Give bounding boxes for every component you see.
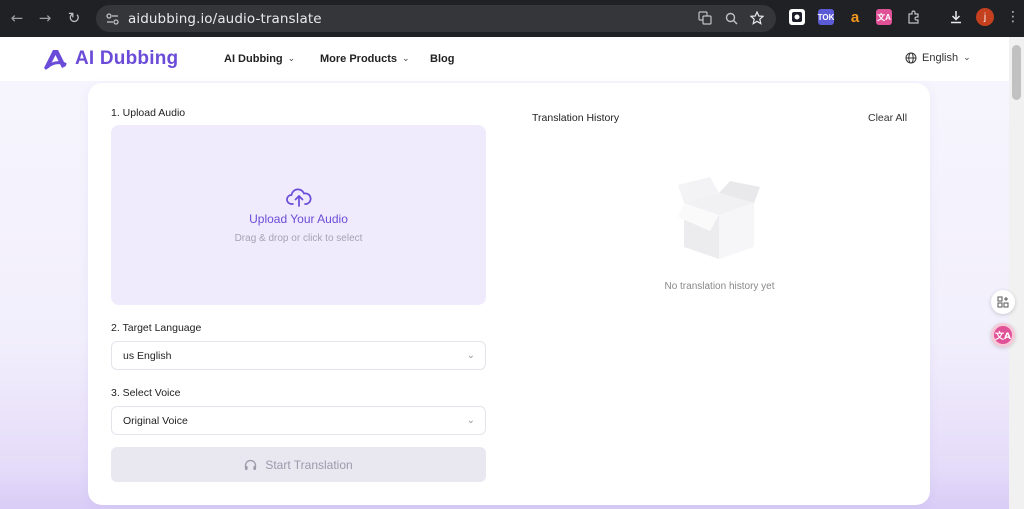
upload-title: Upload Your Audio	[249, 212, 348, 226]
select-voice-label: 3. Select Voice	[111, 387, 181, 399]
nav-ai-dubbing[interactable]: AI Dubbing ⌄	[224, 53, 295, 65]
headphones-icon	[245, 459, 257, 470]
site-header: AI Dubbing AI Dubbing ⌄ More Products ⌄ …	[0, 37, 1009, 81]
chevron-down-icon: ⌄	[402, 54, 410, 64]
clear-all-button[interactable]: Clear All	[868, 112, 907, 124]
extension-shield-icon[interactable]	[789, 9, 805, 25]
apps-grid-icon[interactable]	[991, 290, 1015, 314]
browser-toolbar: ← → ↻ aidubbing.io/audio-translate TOK a…	[0, 0, 1024, 37]
logo-text: AI Dubbing	[75, 48, 179, 69]
chevron-down-icon: ⌄	[466, 350, 475, 361]
translate-page-icon[interactable]	[696, 9, 714, 27]
language-label: English	[922, 52, 959, 64]
chevron-down-icon: ⌄	[466, 415, 475, 426]
chevron-down-icon: ⌄	[963, 53, 971, 63]
history-title: Translation History	[532, 112, 620, 124]
extension-tok-icon[interactable]: TOK	[818, 9, 834, 25]
forward-icon[interactable]: →	[34, 7, 56, 29]
nav-blog[interactable]: Blog	[430, 53, 454, 65]
start-translation-button[interactable]: Start Translation	[111, 447, 486, 482]
empty-box-icon	[678, 177, 760, 259]
page-scrollbar[interactable]	[1009, 37, 1024, 509]
reload-icon[interactable]: ↻	[63, 7, 85, 29]
globe-icon	[905, 52, 917, 64]
back-icon[interactable]: ←	[6, 7, 28, 29]
zoom-icon[interactable]	[722, 9, 740, 27]
url-text: aidubbing.io/audio-translate	[128, 10, 322, 27]
audio-upload-dropzone[interactable]: Upload Your Audio Drag & drop or click t…	[111, 125, 486, 305]
browser-menu-icon[interactable]: ⋮	[1006, 10, 1020, 24]
chevron-down-icon: ⌄	[287, 54, 296, 64]
target-language-value: us English	[123, 349, 172, 362]
translate-float-label: 文A	[994, 326, 1012, 344]
extensions-puzzle-icon[interactable]	[905, 9, 921, 25]
voice-value: Original Voice	[123, 414, 188, 427]
site-logo[interactable]: AI Dubbing	[41, 47, 178, 71]
site-info-icon[interactable]	[105, 12, 119, 26]
scrollbar-thumb[interactable]	[1012, 45, 1021, 100]
logo-icon	[44, 50, 67, 70]
profile-avatar[interactable]: j	[976, 8, 994, 26]
language-selector[interactable]: English ⌄	[905, 52, 971, 64]
extension-translate-icon[interactable]: 文A	[876, 9, 892, 25]
cloud-upload-icon	[286, 188, 312, 207]
bookmark-star-icon[interactable]	[748, 9, 766, 27]
translate-card: 1. Upload Audio Upload Your Audio Drag &…	[88, 83, 930, 505]
nav-label: More Products	[320, 53, 398, 65]
start-translation-label: Start Translation	[265, 457, 353, 472]
history-empty-text: No translation history yet	[664, 281, 775, 292]
extension-amazon-icon[interactable]: a	[847, 9, 863, 26]
target-language-select[interactable]: us English ⌄	[111, 341, 486, 370]
download-icon[interactable]	[948, 9, 964, 25]
translate-float-icon[interactable]: 文A	[991, 323, 1015, 347]
nav-label: AI Dubbing	[224, 53, 283, 65]
nav-label: Blog	[430, 53, 455, 65]
target-language-label: 2. Target Language	[111, 322, 202, 334]
address-bar[interactable]: aidubbing.io/audio-translate	[96, 5, 776, 32]
upload-step-label: 1. Upload Audio	[111, 107, 186, 119]
voice-select[interactable]: Original Voice ⌄	[111, 406, 486, 435]
nav-more-products[interactable]: More Products ⌄	[320, 53, 410, 65]
upload-subtitle: Drag & drop or click to select	[234, 233, 363, 244]
